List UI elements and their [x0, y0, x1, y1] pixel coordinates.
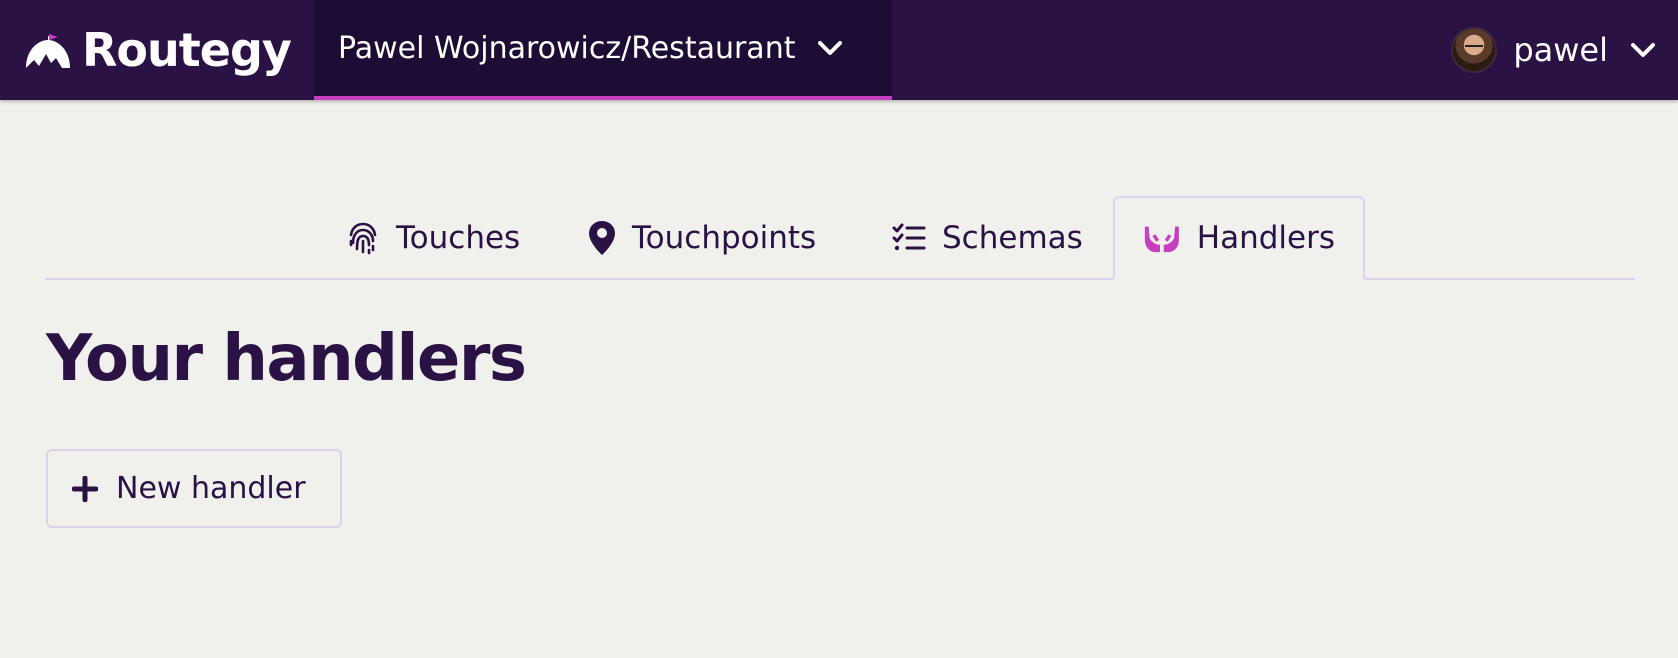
tab-handlers[interactable]: Handlers — [1113, 196, 1365, 280]
fingerprint-icon — [349, 222, 377, 255]
brand-logo[interactable]: Routegy — [24, 0, 292, 100]
map-pin-icon — [589, 221, 615, 255]
new-handler-button[interactable]: New handler — [46, 449, 342, 528]
mountain-flag-icon — [26, 34, 70, 68]
tab-touchpoints[interactable]: Touchpoints — [560, 196, 844, 280]
plus-icon — [72, 475, 98, 502]
username: pawel — [1513, 31, 1608, 69]
brand-name: Routegy — [82, 23, 292, 77]
page-title: Your handlers — [46, 322, 527, 396]
new-handler-label: New handler — [116, 471, 306, 506]
hands-icon — [1144, 226, 1179, 253]
top-navbar: Routegy Pawel Wojnarowicz/Restaurant paw… — [0, 0, 1678, 100]
tab-touches[interactable]: Touches — [318, 196, 548, 280]
avatar — [1451, 27, 1498, 73]
chevron-down-icon — [1631, 43, 1655, 57]
tab-label: Touchpoints — [632, 220, 817, 256]
tab-label: Handlers — [1196, 220, 1335, 256]
tab-label: Touches — [396, 220, 521, 256]
tab-label: Schemas — [942, 220, 1083, 256]
project-name: Pawel Wojnarowicz/Restaurant — [338, 30, 796, 66]
project-selector[interactable]: Pawel Wojnarowicz/Restaurant — [314, 0, 892, 100]
chevron-down-icon — [818, 41, 843, 55]
tab-schemas[interactable]: Schemas — [864, 196, 1111, 280]
user-menu[interactable]: pawel — [1451, 0, 1656, 100]
checklist-icon — [892, 223, 926, 251]
